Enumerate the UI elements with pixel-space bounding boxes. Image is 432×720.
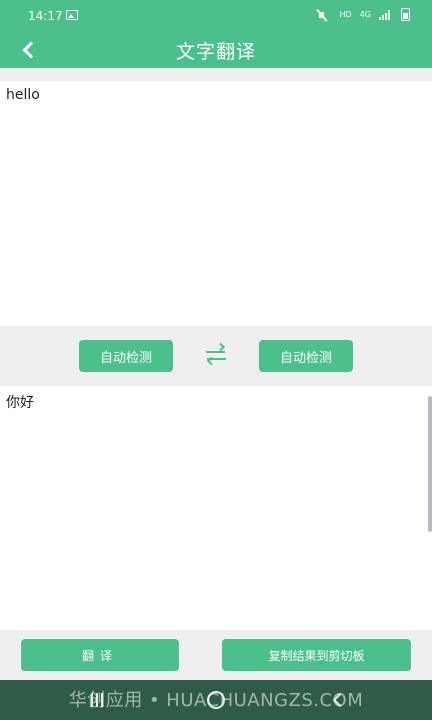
- result-panel[interactable]: 你好: [0, 386, 432, 630]
- target-language-button[interactable]: 自动检测: [259, 340, 353, 372]
- battery-icon: [401, 8, 410, 21]
- status-bar: 14:17 HD 4G: [0, 0, 432, 32]
- copy-result-button[interactable]: 复制结果到剪切板: [222, 639, 411, 671]
- menu-nav-icon[interactable]: [88, 691, 106, 709]
- scrollbar[interactable]: [428, 396, 432, 532]
- system-nav-bar: [0, 680, 432, 720]
- source-text: hello: [6, 87, 40, 103]
- signal-icon: [379, 9, 393, 20]
- source-language-button[interactable]: 自动检测: [79, 340, 173, 372]
- image-icon: [66, 10, 78, 20]
- status-time: 14:17: [28, 9, 63, 23]
- source-text-input[interactable]: hello: [0, 81, 432, 326]
- action-bar: 翻译 复制结果到剪切板: [0, 630, 432, 680]
- result-text: 你好: [6, 395, 34, 411]
- home-nav-icon[interactable]: [207, 691, 225, 709]
- hd-label: HD: [339, 10, 352, 19]
- translate-button[interactable]: 翻译: [21, 639, 179, 671]
- swap-arrows-icon[interactable]: [204, 342, 228, 366]
- app-bar: 文字翻译: [0, 32, 432, 68]
- page-title: 文字翻译: [175, 41, 256, 63]
- network-label: 4G: [359, 10, 371, 19]
- language-bar: 自动检测 自动检测: [0, 326, 432, 386]
- status-icons: HD 4G: [318, 8, 410, 21]
- back-nav-icon[interactable]: [330, 691, 348, 709]
- mute-icon: [318, 9, 332, 21]
